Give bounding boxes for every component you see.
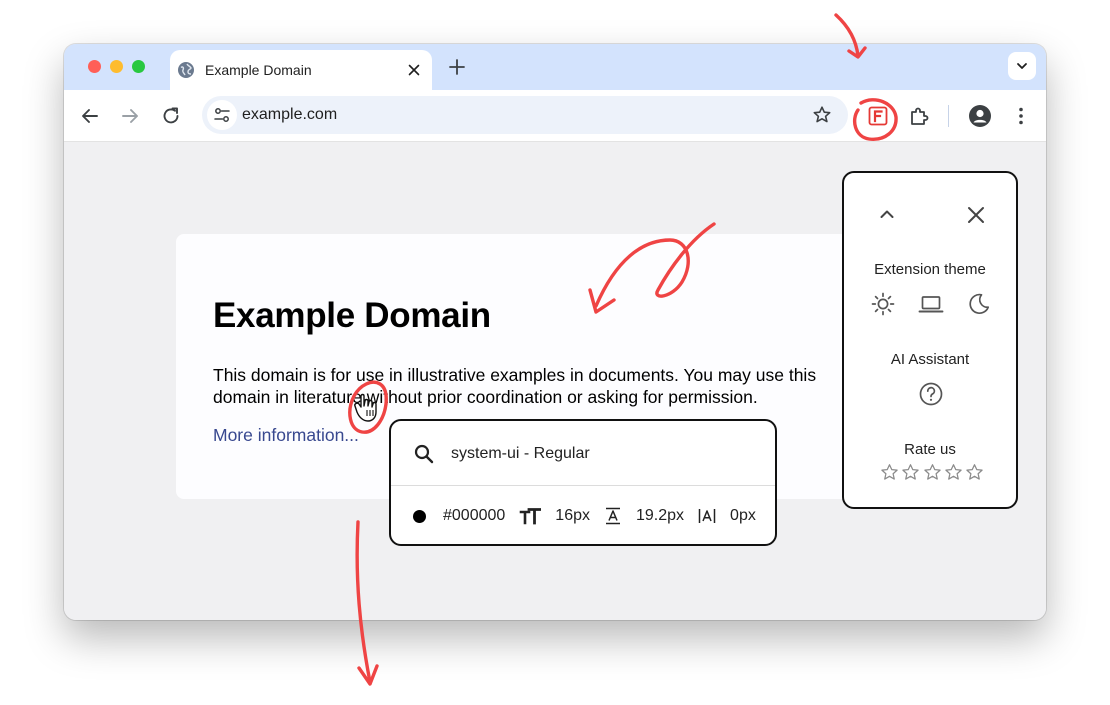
text-size-icon	[519, 508, 542, 525]
site-info-button[interactable]	[207, 100, 237, 130]
ai-assistant-heading: AI Assistant	[890, 351, 970, 368]
theme-options	[870, 291, 994, 317]
tune-icon	[214, 108, 230, 122]
color-value[interactable]: #000000	[443, 507, 505, 525]
window-close-button[interactable]	[88, 60, 101, 73]
reload-icon[interactable]	[159, 104, 183, 128]
sun-icon[interactable]	[870, 291, 896, 317]
address-bar[interactable]	[202, 96, 848, 134]
rate-us-heading: Rate us	[904, 441, 956, 458]
chevron-up-icon[interactable]	[876, 203, 898, 225]
browser-toolbar	[64, 90, 1046, 142]
close-icon[interactable]	[406, 62, 422, 78]
letter-spacing-icon	[698, 509, 716, 523]
star-icon[interactable]	[812, 105, 832, 125]
arrow-left-icon[interactable]	[78, 104, 102, 128]
font-inspector-popup: system-ui - Regular #000000 16px 19.2px …	[389, 419, 777, 546]
color-swatch	[413, 509, 426, 523]
toolbar-divider	[948, 105, 949, 127]
tab-example-domain[interactable]: Example Domain	[170, 50, 432, 90]
tab-title: Example Domain	[205, 62, 312, 78]
font-metrics-row: #000000 16px 19.2px 0px	[413, 505, 756, 527]
rating-star-icon[interactable]	[923, 463, 942, 482]
font-size-value[interactable]: 16px	[555, 507, 590, 525]
rating-star-icon[interactable]	[901, 463, 920, 482]
avatar-icon[interactable]	[968, 104, 992, 128]
tab-search-button[interactable]	[1008, 52, 1036, 80]
tab-strip: Example Domain	[64, 44, 1046, 90]
window-minimize-button[interactable]	[110, 60, 123, 73]
help-circle-icon[interactable]	[918, 381, 944, 407]
line-height-value[interactable]: 19.2px	[636, 507, 684, 525]
arrow-right-icon[interactable]	[118, 104, 142, 128]
url-input[interactable]	[242, 104, 782, 126]
laptop-icon[interactable]	[918, 291, 944, 317]
rating-star-icon[interactable]	[880, 463, 899, 482]
letter-spacing-value[interactable]: 0px	[730, 507, 756, 525]
puzzle-icon[interactable]	[907, 104, 931, 128]
page-paragraph: This domain is for use in illustrative e…	[213, 365, 817, 407]
chevron-down-icon	[1017, 63, 1027, 69]
annotation-arrow-bottom-head	[357, 664, 379, 686]
theme-heading: Extension theme	[874, 261, 986, 278]
more-information-link[interactable]: More information...	[213, 425, 359, 446]
rating-star-icon[interactable]	[944, 463, 963, 482]
extension-settings-panel: Extension theme AI Assistant Rate us	[842, 171, 1018, 509]
search-icon[interactable]	[413, 443, 435, 465]
close-icon[interactable]	[964, 203, 988, 227]
rating-stars	[880, 463, 984, 483]
moon-icon[interactable]	[966, 291, 992, 317]
globe-icon	[178, 62, 194, 78]
fonts-f-icon[interactable]	[866, 104, 890, 128]
line-height-icon	[606, 507, 620, 525]
page-title: Example Domain	[213, 296, 491, 335]
window-zoom-button[interactable]	[132, 60, 145, 73]
font-family-value[interactable]: system-ui - Regular	[451, 445, 590, 463]
kebab-icon[interactable]	[1009, 104, 1033, 128]
plus-icon[interactable]	[446, 56, 468, 78]
inspector-divider	[391, 485, 775, 486]
rating-star-icon[interactable]	[965, 463, 984, 482]
